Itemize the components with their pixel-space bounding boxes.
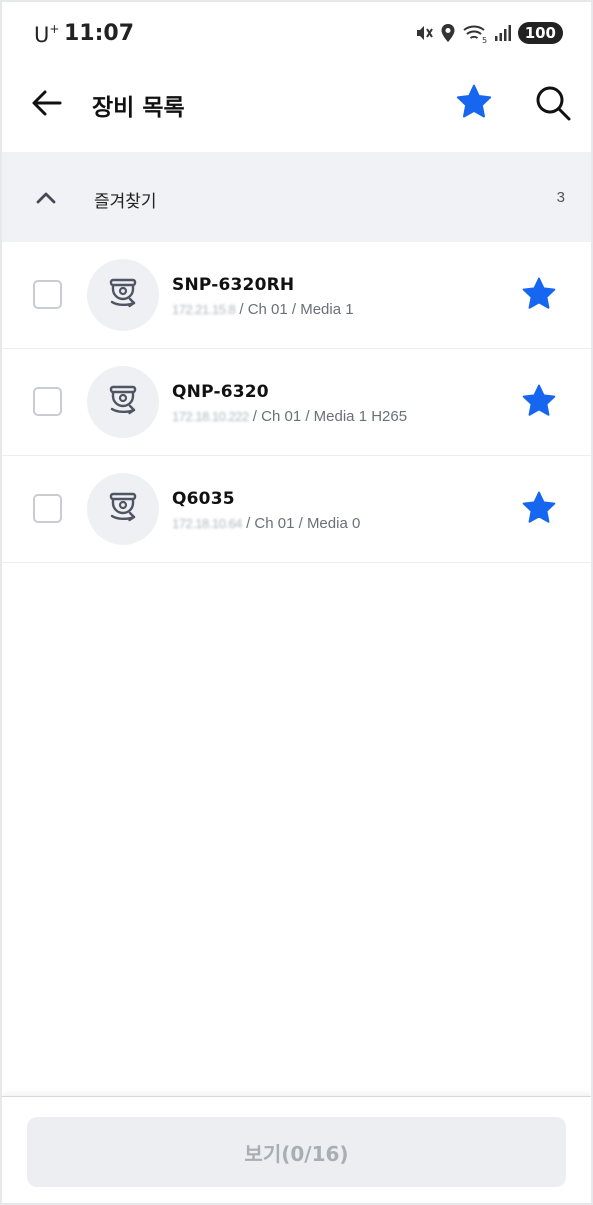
- app-header: 장비 목록: [2, 62, 591, 152]
- device-list: SNP-6320RH 172.21.15.8 / Ch 01 / Media 1…: [2, 242, 591, 563]
- mute-icon: [416, 26, 433, 40]
- device-name: QNP-6320: [172, 382, 269, 402]
- device-channel: / Ch 01 / Media 1: [235, 301, 354, 318]
- clock: 11:07: [64, 21, 135, 46]
- bottom-action-bar: 보기(0/16): [2, 1096, 591, 1203]
- device-channel: / Ch 01 / Media 1 H265: [248, 408, 408, 425]
- star-icon[interactable]: [520, 275, 558, 313]
- chevron-up-icon[interactable]: [34, 186, 58, 208]
- battery-badge: 100: [517, 22, 563, 44]
- dome-camera-icon: [109, 278, 137, 308]
- device-ip: 172.21.15.8: [172, 302, 236, 317]
- device-avatar: [87, 259, 159, 331]
- device-name: Q6035: [172, 489, 235, 509]
- star-icon[interactable]: [454, 82, 494, 122]
- device-channel: / Ch 01 / Media 0: [241, 515, 361, 532]
- page-title: 장비 목록: [92, 95, 185, 121]
- section-title: 즐겨찾기: [94, 192, 157, 212]
- favorites-section-header[interactable]: 즐겨찾기 3: [2, 152, 591, 242]
- device-info: 172.18.10.222 / Ch 01 / Media 1 H265: [172, 408, 407, 425]
- wifi-icon: 5: [463, 25, 487, 43]
- list-item[interactable]: QNP-6320 172.18.10.222 / Ch 01 / Media 1…: [2, 349, 591, 456]
- search-icon[interactable]: [534, 84, 572, 122]
- device-checkbox[interactable]: [33, 494, 62, 523]
- view-button[interactable]: 보기(0/16): [27, 1117, 566, 1187]
- device-info: 172.18.10.64 / Ch 01 / Media 0: [172, 515, 360, 532]
- device-name: SNP-6320RH: [172, 275, 295, 295]
- status-bar: U+ 11:07 5 100: [2, 2, 591, 62]
- device-checkbox[interactable]: [33, 387, 62, 416]
- svg-text:5: 5: [482, 36, 487, 43]
- device-checkbox[interactable]: [33, 280, 62, 309]
- section-count: 3: [556, 189, 565, 206]
- app-screen: U+ 11:07 5 100 장비 목록 즐겨찾기 3 SNP-6320RH 1…: [2, 2, 591, 1203]
- arrow-left-icon[interactable]: [30, 86, 64, 120]
- device-avatar: [87, 473, 159, 545]
- signal-icon: [494, 25, 511, 41]
- list-item[interactable]: SNP-6320RH 172.21.15.8 / Ch 01 / Media 1: [2, 242, 591, 349]
- carrier-label: U+: [34, 22, 60, 47]
- star-icon[interactable]: [520, 489, 558, 527]
- dome-camera-icon: [109, 385, 137, 415]
- star-icon[interactable]: [520, 382, 558, 420]
- device-ip: 172.18.10.222: [172, 409, 249, 424]
- dome-camera-icon: [109, 492, 137, 522]
- location-icon: [441, 24, 455, 42]
- device-ip: 172.18.10.64: [172, 516, 242, 531]
- list-item[interactable]: Q6035 172.18.10.64 / Ch 01 / Media 0: [2, 456, 591, 563]
- device-info: 172.21.15.8 / Ch 01 / Media 1: [172, 301, 354, 318]
- status-icons: 5 100: [414, 20, 563, 46]
- device-avatar: [87, 366, 159, 438]
